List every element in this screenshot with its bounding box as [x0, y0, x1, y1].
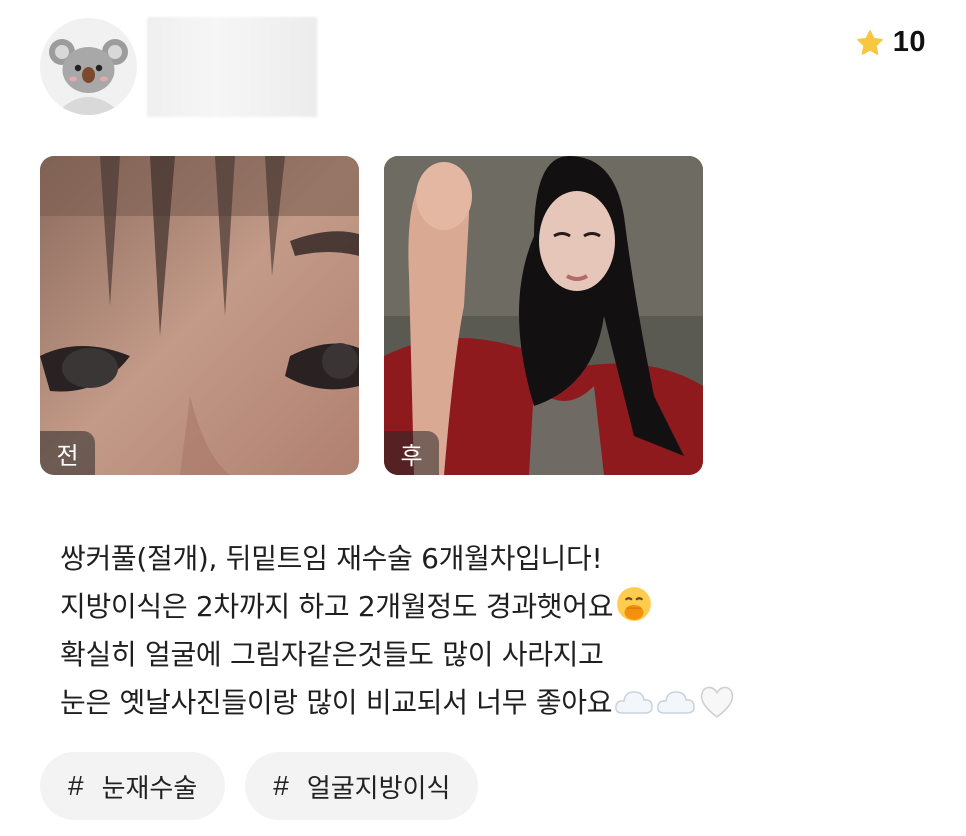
after-label: 후	[384, 431, 439, 475]
before-photo[interactable]: 전	[40, 156, 359, 475]
hashtag-symbol: #	[273, 770, 289, 801]
hashtag-chip[interactable]: # 얼굴지방이식	[245, 752, 479, 820]
review-line: 지방이식은 2차까지 하고 2개월정도 경과햇어요	[60, 590, 614, 623]
rating: 10	[855, 26, 926, 59]
user-avatar[interactable]	[40, 18, 137, 115]
hashtag-label: 얼굴지방이식	[306, 773, 451, 804]
hashtag-chip[interactable]: # 눈재수술	[40, 752, 226, 820]
review-line: 눈은 옛날사진들이랑 많이 비교되서 너무 좋아요	[60, 686, 613, 719]
koala-avatar-icon	[49, 39, 128, 115]
white-heart-emoji-icon	[700, 686, 734, 718]
hashtag-list: # 눈재수술 # 얼굴지방이식	[40, 752, 479, 820]
cloud-emoji-icon	[615, 691, 653, 714]
before-photo-image	[40, 156, 359, 475]
hashtag-symbol: #	[68, 770, 84, 801]
review-text: 쌍커풀(절개), 뒤밑트임 재수술 6개월차입니다! 지방이식은 2차까지 하고…	[60, 535, 920, 727]
hashtag-label: 눈재수술	[101, 773, 198, 804]
star-icon	[856, 29, 883, 55]
rating-value: 10	[892, 26, 926, 58]
cloud-emoji-icon	[657, 691, 695, 714]
review-line-with-emoji: 눈은 옛날사진들이랑 많이 비교되서 너무 좋아요	[60, 679, 920, 727]
review-line: 확실히 얼굴에 그림자같은것들도 많이 사라지고	[60, 638, 604, 671]
review-line-with-emoji: 지방이식은 2차까지 하고 2개월정도 경과햇어요	[60, 583, 920, 631]
username-redacted	[147, 17, 317, 117]
before-label: 전	[40, 431, 95, 475]
after-photo[interactable]: 후	[384, 156, 703, 475]
hand-over-mouth-emoji-icon	[617, 587, 652, 621]
review-line: 쌍커풀(절개), 뒤밑트임 재수술 6개월차입니다!	[60, 542, 603, 575]
after-photo-image	[384, 156, 703, 475]
